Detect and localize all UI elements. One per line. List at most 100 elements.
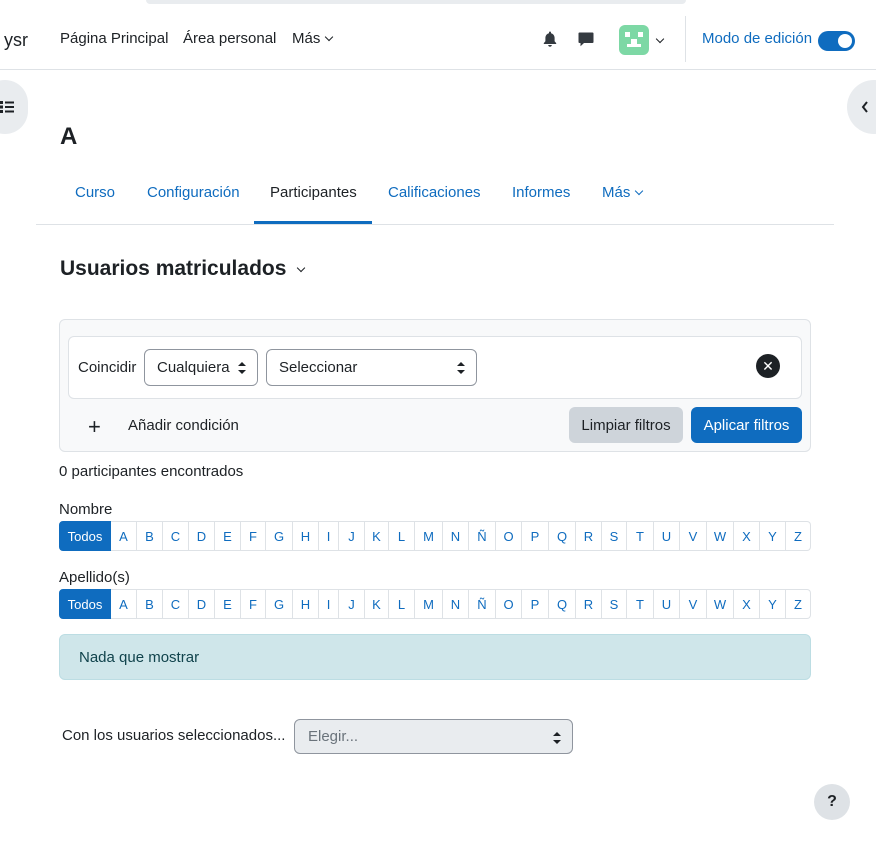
lastname-initial-letter[interactable]: V <box>680 589 707 619</box>
firstname-initial-letter[interactable]: X <box>734 521 760 551</box>
navbar-divider <box>685 16 686 62</box>
tab-more[interactable]: Más <box>602 184 644 201</box>
select-arrows-icon <box>553 732 561 744</box>
firstname-initial-letter[interactable]: N <box>443 521 469 551</box>
firstname-initial-letter[interactable]: V <box>680 521 707 551</box>
nav-more-menu[interactable]: Más <box>292 30 334 47</box>
lastname-initial-letter[interactable]: Y <box>760 589 786 619</box>
firstname-initial-letter[interactable]: J <box>339 521 365 551</box>
lastname-initial-letter[interactable]: W <box>707 589 734 619</box>
filter-type-select[interactable]: Seleccionar <box>266 349 477 386</box>
firstname-initial-letter[interactable]: Ñ <box>469 521 496 551</box>
firstname-initial-letter[interactable]: H <box>293 521 319 551</box>
lastname-initial-letter[interactable]: Ñ <box>469 589 496 619</box>
nav-more-label: Más <box>292 30 321 47</box>
lastname-initial-letter[interactable]: N <box>443 589 469 619</box>
firstname-initial-letter[interactable]: E <box>215 521 241 551</box>
firstname-initial-letter[interactable]: Y <box>760 521 786 551</box>
add-condition-button[interactable]: Añadir condición <box>128 417 239 434</box>
lastname-initial-letter[interactable]: T <box>627 589 654 619</box>
firstname-initial-letter[interactable]: O <box>496 521 522 551</box>
match-select[interactable]: Cualquiera <box>144 349 258 386</box>
apply-filters-button[interactable]: Aplicar filtros <box>691 407 802 443</box>
user-avatar[interactable] <box>619 25 649 55</box>
firstname-initial-letter[interactable]: T <box>627 521 654 551</box>
page-title: Usuarios matriculados <box>60 257 287 280</box>
block-drawer-button[interactable] <box>847 80 876 134</box>
lastname-initial-letter[interactable]: G <box>266 589 293 619</box>
firstname-initial-letter[interactable]: B <box>137 521 163 551</box>
firstname-initial-letter[interactable]: M <box>415 521 443 551</box>
participant-count: 0 participantes encontrados <box>59 463 244 480</box>
nav-home-link[interactable]: Página Principal <box>60 30 168 47</box>
lastname-initial-letter[interactable]: E <box>215 589 241 619</box>
firstname-initials-label: Nombre <box>59 501 113 518</box>
lastname-initial-all[interactable]: Todos <box>59 589 111 619</box>
lastname-initial-letter[interactable]: O <box>496 589 522 619</box>
firstname-initial-letter[interactable]: F <box>241 521 266 551</box>
lastname-initial-letter[interactable]: P <box>522 589 549 619</box>
course-title: A <box>60 123 78 150</box>
bulk-action-select[interactable]: Elegir... <box>294 719 573 754</box>
edit-mode-toggle[interactable] <box>818 31 855 51</box>
firstname-initial-letter[interactable]: G <box>266 521 293 551</box>
tab-settings[interactable]: Configuración <box>147 184 240 201</box>
firstname-initial-letter[interactable]: P <box>522 521 549 551</box>
tab-course[interactable]: Curso <box>75 184 115 201</box>
user-menu-chevron-down-icon[interactable] <box>655 34 665 44</box>
firstname-initial-letter[interactable]: C <box>163 521 189 551</box>
lastname-initial-letter[interactable]: I <box>319 589 339 619</box>
plus-icon[interactable]: + <box>88 414 101 440</box>
tab-participants[interactable]: Participantes <box>270 184 357 201</box>
lastname-initial-letter[interactable]: B <box>137 589 163 619</box>
bell-icon[interactable] <box>541 30 559 48</box>
chat-icon[interactable] <box>577 30 595 48</box>
firstname-initial-letter[interactable]: I <box>319 521 339 551</box>
firstname-initial-letter[interactable]: Q <box>549 521 576 551</box>
firstname-initial-all[interactable]: Todos <box>59 521 111 551</box>
list-icon <box>0 101 14 113</box>
lastname-initial-letter[interactable]: X <box>734 589 760 619</box>
lastname-initials-label: Apellido(s) <box>59 569 130 586</box>
firstname-initial-letter[interactable]: D <box>189 521 215 551</box>
firstname-initial-letter[interactable]: L <box>389 521 415 551</box>
lastname-initial-letter[interactable]: Z <box>786 589 811 619</box>
top-strip <box>146 0 686 4</box>
lastname-initial-letter[interactable]: J <box>339 589 365 619</box>
firstname-initial-letter[interactable]: K <box>365 521 389 551</box>
firstname-initial-letter[interactable]: A <box>111 521 137 551</box>
firstname-initial-letter[interactable]: R <box>576 521 602 551</box>
clear-filters-button[interactable]: Limpiar filtros <box>569 407 683 443</box>
lastname-initial-letter[interactable]: H <box>293 589 319 619</box>
site-brand[interactable]: ysr <box>4 30 28 51</box>
lastname-initial-letter[interactable]: R <box>576 589 602 619</box>
course-index-drawer-button[interactable] <box>0 80 28 134</box>
firstname-initial-letter[interactable]: U <box>654 521 680 551</box>
filter-type-value: Seleccionar <box>279 359 358 376</box>
lastname-initial-letter[interactable]: A <box>111 589 137 619</box>
tab-grades[interactable]: Calificaciones <box>388 184 481 201</box>
lastname-initial-letter[interactable]: U <box>654 589 680 619</box>
lastname-initial-letter[interactable]: L <box>389 589 415 619</box>
remove-filter-close-icon[interactable]: ✕ <box>756 354 780 378</box>
firstname-initial-letter[interactable]: Z <box>786 521 811 551</box>
secondary-navigation: Curso Configuración Participantes Califi… <box>36 164 834 225</box>
firstname-initial-letter[interactable]: W <box>707 521 734 551</box>
tab-reports[interactable]: Informes <box>512 184 570 201</box>
lastname-initial-letter[interactable]: C <box>163 589 189 619</box>
lastname-initial-letter[interactable]: K <box>365 589 389 619</box>
lastname-initials-bar: Todos A B C D E F G H I J K L M N Ñ O P Q R S T U V W X Y Z <box>59 589 812 619</box>
lastname-initial-letter[interactable]: M <box>415 589 443 619</box>
lastname-initial-letter[interactable]: F <box>241 589 266 619</box>
lastname-initial-letter[interactable]: S <box>602 589 627 619</box>
page-title-menu[interactable]: Usuarios matriculados <box>60 257 306 281</box>
bulk-action-label: Con los usuarios seleccionados... <box>62 727 286 744</box>
nav-dashboard-link[interactable]: Área personal <box>183 30 276 47</box>
firstname-initials-bar: Todos A B C D E F G H I J K L M N Ñ O P Q R S T U V W X Y Z <box>59 521 812 551</box>
firstname-initial-letter[interactable]: S <box>602 521 627 551</box>
lastname-initial-letter[interactable]: Q <box>549 589 576 619</box>
edit-mode-label: Modo de edición <box>702 30 813 47</box>
lastname-initial-letter[interactable]: D <box>189 589 215 619</box>
help-button[interactable]: ? <box>814 784 850 820</box>
top-navbar: ysr Página Principal Área personal Más M… <box>0 0 876 70</box>
